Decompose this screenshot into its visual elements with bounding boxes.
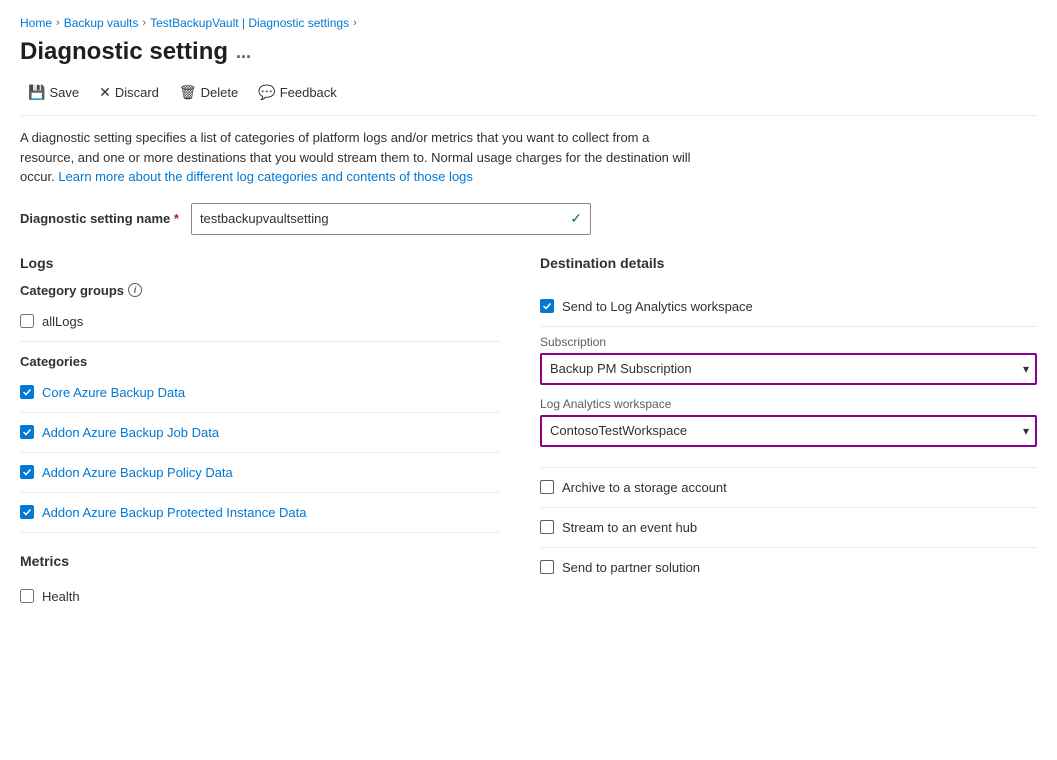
page-title-container: Diagnostic setting ...	[20, 38, 1037, 66]
delete-button[interactable]: 🗑 Delete	[171, 78, 246, 107]
field-valid-icon: ✓	[570, 210, 582, 227]
feedback-label: Feedback	[280, 85, 337, 100]
breadcrumb-sep-1: ›	[56, 17, 60, 29]
health-metric-row: Health	[20, 581, 500, 612]
categories-section: Categories Core Azure Backup Data	[20, 354, 500, 533]
alllogs-label[interactable]: allLogs	[42, 314, 83, 329]
save-icon: 💾	[28, 84, 45, 101]
subscription-select[interactable]: Backup PM Subscription	[540, 353, 1037, 385]
breadcrumb-sep-2: ›	[142, 17, 146, 29]
archive-storage-row: Archive to a storage account	[540, 468, 1037, 508]
partner-solution-row: Send to partner solution	[540, 548, 1037, 587]
breadcrumb-home[interactable]: Home	[20, 16, 52, 30]
log-analytics-workspace-label: Log Analytics workspace	[540, 397, 1037, 411]
left-panel: Logs Category groups i allLogs Categorie…	[20, 255, 500, 612]
alllogs-checkbox[interactable]	[20, 314, 34, 328]
subscription-label: Subscription	[540, 335, 1037, 349]
diagnostic-setting-name-input[interactable]	[200, 211, 570, 226]
archive-storage-label: Archive to a storage account	[562, 480, 727, 495]
discard-icon: ✕	[99, 84, 111, 101]
category-row-4: Addon Azure Backup Protected Instance Da…	[20, 497, 500, 528]
title-more-options[interactable]: ...	[236, 42, 251, 63]
destination-title: Destination details	[540, 255, 1037, 271]
stream-event-hub-row: Stream to an event hub	[540, 508, 1037, 548]
alllogs-row: allLogs	[20, 306, 500, 337]
divider-4	[20, 492, 500, 493]
categories-subtitle: Categories	[20, 354, 500, 369]
field-input-wrapper: ✓	[191, 203, 591, 235]
breadcrumb: Home › Backup vaults › TestBackupVault |…	[20, 16, 1037, 30]
breadcrumb-sep-3: ›	[353, 17, 357, 29]
divider-1	[20, 341, 500, 342]
send-log-analytics-checkbox[interactable]	[540, 299, 554, 313]
logs-section-title: Logs	[20, 255, 500, 271]
send-log-analytics-label: Send to Log Analytics workspace	[562, 299, 753, 314]
toolbar: 💾 Save ✕ Discard 🗑 Delete 💬 Feedback	[20, 70, 1037, 116]
required-asterisk: *	[174, 211, 179, 226]
category-checkbox-4[interactable]	[20, 505, 34, 519]
divider-3	[20, 452, 500, 453]
subscription-select-wrapper: Backup PM Subscription ▾	[540, 353, 1037, 385]
category-label-3[interactable]: Addon Azure Backup Policy Data	[42, 465, 233, 480]
feedback-button[interactable]: 💬 Feedback	[250, 78, 345, 107]
category-groups-subtitle: Category groups i	[20, 283, 500, 298]
discard-label: Discard	[115, 85, 159, 100]
category-row-3: Addon Azure Backup Policy Data	[20, 457, 500, 488]
field-label: Diagnostic setting name *	[20, 211, 179, 226]
metrics-section: Metrics Health	[20, 553, 500, 612]
workspace-select[interactable]: ContosoTestWorkspace	[540, 415, 1037, 447]
breadcrumb-current: TestBackupVault | Diagnostic settings	[150, 16, 349, 30]
category-label-1[interactable]: Core Azure Backup Data	[42, 385, 185, 400]
delete-label: Delete	[201, 85, 239, 100]
delete-icon: 🗑	[179, 84, 197, 101]
archive-storage-checkbox[interactable]	[540, 480, 554, 494]
category-groups-info-icon[interactable]: i	[128, 283, 142, 297]
health-label[interactable]: Health	[42, 589, 80, 604]
category-checkbox-2[interactable]	[20, 425, 34, 439]
page-container: Home › Backup vaults › TestBackupVault |…	[0, 0, 1057, 628]
metrics-title: Metrics	[20, 553, 500, 569]
send-log-analytics-row: Send to Log Analytics workspace	[540, 287, 1037, 327]
partner-solution-label: Send to partner solution	[562, 560, 700, 575]
subscription-section: Subscription Backup PM Subscription ▾ Lo…	[540, 327, 1037, 468]
main-content: Logs Category groups i allLogs Categorie…	[20, 255, 1037, 612]
feedback-icon: 💬	[258, 84, 275, 101]
learn-more-link[interactable]: Learn more about the different log categ…	[58, 169, 473, 184]
category-row-2: Addon Azure Backup Job Data	[20, 417, 500, 448]
stream-event-hub-label: Stream to an event hub	[562, 520, 697, 535]
save-label: Save	[49, 85, 79, 100]
field-row: Diagnostic setting name * ✓	[20, 203, 1037, 235]
page-title: Diagnostic setting	[20, 38, 228, 66]
category-checkbox-3[interactable]	[20, 465, 34, 479]
discard-button[interactable]: ✕ Discard	[91, 78, 167, 107]
divider-2	[20, 412, 500, 413]
category-label-4[interactable]: Addon Azure Backup Protected Instance Da…	[42, 505, 307, 520]
save-button[interactable]: 💾 Save	[20, 78, 87, 107]
divider-5	[20, 532, 500, 533]
workspace-select-wrapper: ContosoTestWorkspace ▾	[540, 415, 1037, 447]
right-panel: Destination details Send to Log Analytic…	[540, 255, 1037, 612]
partner-solution-checkbox[interactable]	[540, 560, 554, 574]
description: A diagnostic setting specifies a list of…	[20, 128, 700, 187]
category-checkbox-1[interactable]	[20, 385, 34, 399]
breadcrumb-backup-vaults[interactable]: Backup vaults	[64, 16, 139, 30]
stream-event-hub-checkbox[interactable]	[540, 520, 554, 534]
health-checkbox[interactable]	[20, 589, 34, 603]
category-row-1: Core Azure Backup Data	[20, 377, 500, 408]
category-label-2[interactable]: Addon Azure Backup Job Data	[42, 425, 219, 440]
